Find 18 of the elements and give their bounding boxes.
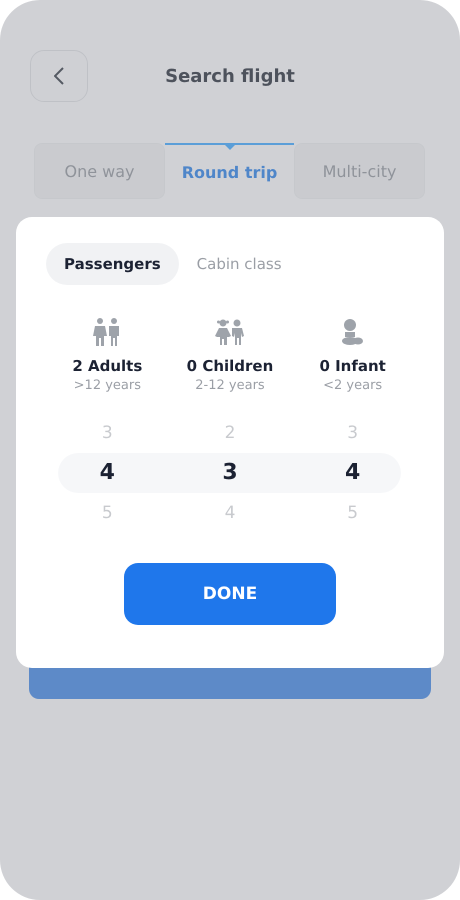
- age-range: 2-12 years: [195, 378, 265, 393]
- chevron-left-icon: [54, 67, 64, 85]
- sheet-tab[interactable]: Cabin class: [178, 243, 300, 285]
- wheel-number[interactable]: 4: [339, 453, 366, 493]
- passenger-count: 0 Infant: [319, 357, 386, 375]
- passenger-count: 0 Children: [186, 357, 274, 375]
- done-button[interactable]: DONE: [124, 563, 336, 625]
- trip-tab[interactable]: One way: [34, 143, 165, 199]
- children-icon: [214, 319, 245, 345]
- infant-icon: [342, 319, 364, 345]
- sheet-tab[interactable]: Passengers: [46, 243, 179, 285]
- wheel-number[interactable]: 3: [216, 453, 244, 493]
- trip-tab[interactable]: Multi-city: [294, 143, 425, 199]
- wheel-number[interactable]: 4: [94, 453, 121, 493]
- screen-title: Search flight: [164, 66, 296, 86]
- age-range: >12 years: [74, 378, 141, 393]
- passenger-count: 2 Adults: [72, 357, 142, 375]
- age-range: <2 years: [323, 378, 382, 393]
